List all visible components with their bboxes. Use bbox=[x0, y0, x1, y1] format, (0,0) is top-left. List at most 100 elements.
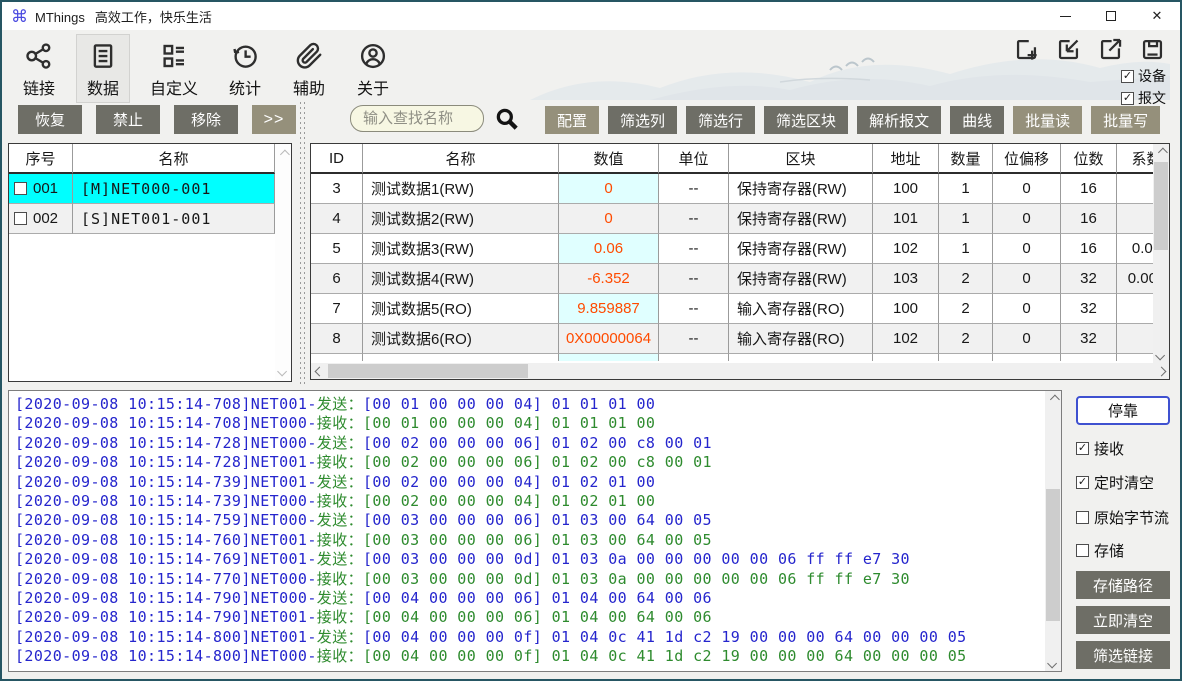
toolbar-item-label: 关于 bbox=[357, 75, 389, 99]
value-cell[interactable]: 0 bbox=[559, 174, 659, 204]
checkbox[interactable]: ✓ bbox=[1076, 442, 1089, 455]
data-row[interactable]: 3测试数据1(RW)0--保持寄存器(RW)1001016 bbox=[311, 174, 1153, 204]
toolbar-item-data[interactable]: 数据 bbox=[76, 34, 130, 103]
data-table-hscroll[interactable] bbox=[311, 363, 1169, 379]
data-cell: 100 bbox=[873, 294, 939, 324]
data-cell: -- bbox=[659, 204, 729, 234]
import-icon[interactable] bbox=[1055, 36, 1082, 63]
data-row[interactable]: 9输入位数据11--输入离散量(RO)104101 bbox=[311, 354, 1153, 361]
action-button[interactable]: 筛选列 bbox=[608, 106, 677, 134]
data-row[interactable]: 6测试数据4(RW)-6.352--保持寄存器(RW)10320320.001 bbox=[311, 264, 1153, 294]
data-row[interactable]: 7测试数据5(RO)9.859887--输入寄存器(RO)1002032 bbox=[311, 294, 1153, 324]
value-cell[interactable]: -6.352 bbox=[559, 264, 659, 294]
user-circle-icon bbox=[356, 39, 390, 73]
export-icon[interactable] bbox=[1097, 36, 1124, 63]
action-button[interactable]: 移除 bbox=[174, 105, 238, 134]
action-button[interactable]: 筛选区块 bbox=[764, 106, 848, 134]
action-button[interactable]: 恢复 bbox=[18, 105, 82, 134]
action-button[interactable]: 配置 bbox=[545, 106, 599, 134]
column-header: 序号 bbox=[9, 144, 73, 174]
checkbox[interactable] bbox=[1076, 511, 1089, 524]
data-cell: 1 bbox=[939, 174, 993, 204]
data-table-vscroll[interactable] bbox=[1153, 144, 1169, 363]
checkbox[interactable] bbox=[14, 182, 27, 195]
checkbox[interactable] bbox=[14, 212, 27, 225]
new-window-icon[interactable] bbox=[1013, 36, 1040, 63]
hscroll-thumb[interactable] bbox=[328, 364, 528, 378]
data-cell: 保持寄存器(RW) bbox=[729, 264, 873, 294]
value-cell[interactable]: 0X00000064 bbox=[559, 324, 659, 354]
value-cell[interactable]: 0.06 bbox=[559, 234, 659, 264]
data-cell: 测试数据2(RW) bbox=[363, 204, 559, 234]
toolbar-item-about[interactable]: 关于 bbox=[346, 34, 400, 103]
log-option-接收[interactable]: ✓接收 bbox=[1076, 438, 1124, 459]
scroll-up-arrow[interactable] bbox=[1045, 391, 1061, 407]
side-button[interactable]: 筛选链接 bbox=[1076, 641, 1170, 669]
data-cell: 0 bbox=[993, 354, 1061, 361]
log-vscroll[interactable] bbox=[1045, 391, 1061, 671]
panel-splitter[interactable] bbox=[299, 102, 306, 384]
action-button[interactable]: 筛选行 bbox=[686, 106, 755, 134]
value-cell[interactable]: 1 bbox=[559, 354, 659, 361]
action-button[interactable]: >> bbox=[252, 105, 296, 134]
vscroll-thumb[interactable] bbox=[1046, 489, 1060, 621]
filter-checkbox-设备[interactable]: ✓设备 bbox=[1121, 66, 1166, 86]
maximize-button[interactable] bbox=[1088, 2, 1134, 30]
log-device: NET000- bbox=[251, 570, 317, 588]
data-cell: 2 bbox=[939, 264, 993, 294]
scroll-left-arrow[interactable] bbox=[311, 363, 327, 379]
toolbar-item-custom[interactable]: 自定义 bbox=[140, 34, 208, 103]
device-row[interactable]: 002[S]NET001-001 bbox=[9, 204, 291, 234]
data-row[interactable]: 4测试数据2(RW)0--保持寄存器(RW)1011016 bbox=[311, 204, 1153, 234]
search-input[interactable] bbox=[350, 105, 484, 132]
log-option-label: 原始字节流 bbox=[1094, 507, 1169, 528]
data-cell: 9 bbox=[311, 354, 363, 361]
log-option-label: 定时清空 bbox=[1094, 472, 1154, 493]
action-button[interactable]: 禁止 bbox=[96, 105, 160, 134]
action-button[interactable]: 批量读 bbox=[1013, 106, 1082, 134]
checkbox[interactable]: ✓ bbox=[1076, 476, 1089, 489]
toolbar-item-stats[interactable]: 统计 bbox=[218, 34, 272, 103]
checkbox[interactable] bbox=[1076, 544, 1089, 557]
action-button[interactable]: 批量写 bbox=[1091, 106, 1160, 134]
scroll-up-arrow[interactable] bbox=[275, 146, 291, 162]
log-timestamp: [2020-09-08 10:15:14-708] bbox=[15, 414, 251, 432]
data-cell: 1 bbox=[939, 234, 993, 264]
action-button[interactable]: 曲线 bbox=[950, 106, 1004, 134]
log-line: [2020-09-08 10:15:14-739]NET001-发送：[00 0… bbox=[15, 473, 1043, 492]
data-cell: 0 bbox=[993, 234, 1061, 264]
log-direction: 发送： bbox=[317, 473, 363, 491]
close-button[interactable]: ✕ bbox=[1134, 2, 1180, 30]
toolbar-item-link[interactable]: 链接 bbox=[12, 34, 66, 103]
toolbar-item-assist[interactable]: 辅助 bbox=[282, 34, 336, 103]
side-button[interactable]: 立即清空 bbox=[1076, 606, 1170, 634]
action-button[interactable]: 解析报文 bbox=[857, 106, 941, 134]
save-icon[interactable] bbox=[1139, 36, 1166, 63]
log-option-存储[interactable]: 存储 bbox=[1076, 540, 1124, 561]
data-row[interactable]: 8测试数据6(RO)0X00000064--输入寄存器(RO)1022032 bbox=[311, 324, 1153, 354]
data-row[interactable]: 5测试数据3(RW)0.06--保持寄存器(RW)10210160.01 bbox=[311, 234, 1153, 264]
dock-button[interactable]: 停靠 bbox=[1076, 396, 1170, 425]
device-row[interactable]: 001[M]NET000-001 bbox=[9, 174, 291, 204]
value-cell[interactable]: 9.859887 bbox=[559, 294, 659, 324]
minimize-button[interactable] bbox=[1042, 2, 1088, 30]
scroll-down-arrow[interactable] bbox=[1045, 655, 1061, 671]
log-line: [2020-09-08 10:15:14-790]NET000-发送：[00 0… bbox=[15, 589, 1043, 608]
data-cell: 16 bbox=[1061, 174, 1117, 204]
search-icon[interactable] bbox=[494, 106, 520, 132]
value-cell[interactable]: 0 bbox=[559, 204, 659, 234]
checkbox[interactable]: ✓ bbox=[1121, 70, 1134, 83]
toolbar-items: 链接 数据 自定义 统计 bbox=[12, 34, 400, 103]
log-timestamp: [2020-09-08 10:15:14-800] bbox=[15, 628, 251, 646]
scroll-up-arrow[interactable] bbox=[1153, 144, 1169, 160]
log-option-原始字节流[interactable]: 原始字节流 bbox=[1076, 507, 1169, 528]
scroll-down-arrow[interactable] bbox=[275, 363, 291, 379]
log-line: [2020-09-08 10:15:14-770]NET000-接收：[00 0… bbox=[15, 570, 1043, 589]
side-button[interactable]: 存储路径 bbox=[1076, 571, 1170, 599]
log-panel[interactable]: [2020-09-08 10:15:14-708]NET001-发送：[00 0… bbox=[8, 390, 1062, 672]
log-option-定时清空[interactable]: ✓ 定时清空 bbox=[1076, 472, 1154, 493]
scroll-right-arrow[interactable] bbox=[1153, 363, 1169, 379]
device-table-vscroll[interactable] bbox=[275, 144, 291, 381]
vscroll-thumb[interactable] bbox=[1154, 162, 1168, 250]
scroll-down-arrow[interactable] bbox=[1153, 347, 1169, 363]
